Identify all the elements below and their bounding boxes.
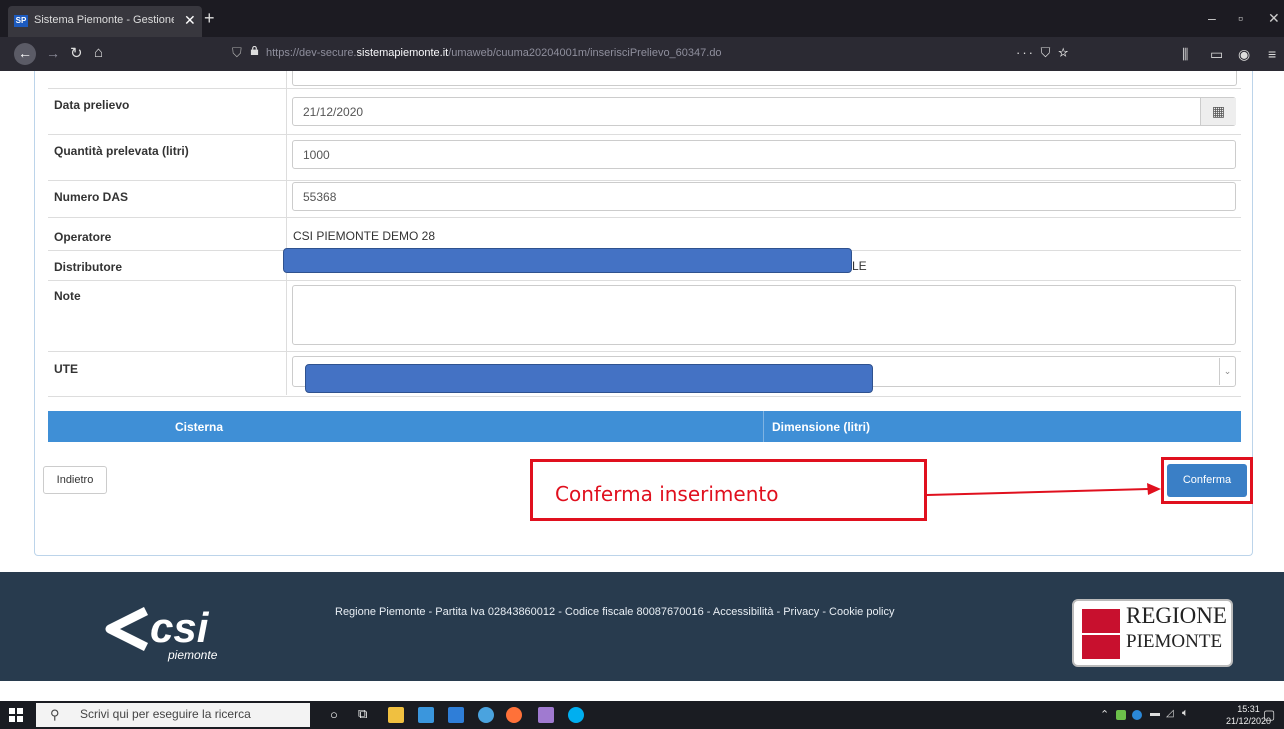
edge-icon[interactable] — [478, 707, 494, 723]
minimize-icon[interactable]: – — [1208, 10, 1216, 26]
csi-swoosh-icon — [105, 607, 149, 651]
quantita-input[interactable]: 1000 — [292, 140, 1236, 169]
paint-icon[interactable] — [538, 707, 554, 723]
library-icon[interactable]: ⫼ — [1182, 46, 1188, 63]
label-data-prelievo: Data prelievo — [54, 98, 130, 112]
header-divider — [763, 411, 764, 442]
task-view-icon[interactable]: ⧉ — [358, 706, 367, 722]
row-operatore: Operatore — [48, 217, 1241, 251]
numero-das-input[interactable]: 55368 — [292, 182, 1236, 211]
regione-flag-top — [1082, 609, 1120, 633]
redaction-distributore — [283, 248, 852, 273]
sidebar-icon[interactable]: ▭ — [1210, 46, 1223, 63]
redaction-ute — [305, 364, 873, 393]
tray-volume-icon[interactable]: 🔈︎ — [1182, 707, 1189, 720]
label-ute: UTE — [54, 362, 78, 376]
tracking-shield-icon[interactable]: ⛉ — [232, 45, 242, 61]
previous-field-partial — [292, 71, 1237, 86]
tray-battery-icon[interactable]: ▬ — [1150, 708, 1160, 719]
distributore-value-tail: LE — [852, 259, 867, 273]
data-prelievo-input[interactable]: 21/12/2020 — [292, 97, 1236, 126]
annotation-arrow — [926, 483, 1161, 496]
footer-links[interactable]: Regione Piemonte - Partita Iva 028438600… — [335, 606, 894, 618]
browser-tab[interactable]: SP Sistema Piemonte - Gestione a ✕ — [8, 6, 202, 37]
close-window-icon[interactable]: ✕ — [1268, 10, 1280, 27]
back-button[interactable]: Indietro — [43, 466, 107, 494]
new-tab-icon[interactable]: + — [204, 8, 215, 29]
skype-icon[interactable] — [568, 707, 584, 723]
taskbar: ⚲ Scrivi qui per eseguire la ricerca ○ ⧉… — [0, 701, 1284, 729]
tray-app-icon[interactable] — [1116, 710, 1126, 720]
back-icon[interactable]: ← — [14, 43, 36, 65]
firefox-icon[interactable] — [506, 707, 522, 723]
note-textarea[interactable] — [292, 285, 1236, 345]
calendar-icon[interactable]: ▦ — [1200, 98, 1236, 125]
page-actions-icon[interactable]: ··· ⛉ ☆ — [1016, 45, 1070, 61]
col-cisterna: Cisterna — [175, 420, 224, 434]
tray-wifi-icon[interactable]: ◿ — [1166, 708, 1174, 719]
tab-close-icon[interactable]: ✕ — [184, 12, 196, 29]
lock-icon[interactable] — [250, 46, 259, 55]
tray-network-icon[interactable] — [1132, 710, 1142, 720]
home-icon[interactable]: ⌂ — [94, 44, 103, 61]
mail-icon[interactable] — [448, 707, 464, 723]
regione-line2: PIEMONTE — [1126, 631, 1223, 652]
regione-piemonte-logo[interactable]: REGIONE PIEMONTE — [1072, 599, 1233, 667]
data-prelievo-value: 21/12/2020 — [303, 105, 364, 119]
windows-start-icon[interactable] — [8, 707, 24, 723]
label-note: Note — [54, 289, 81, 303]
label-operatore: Operatore — [54, 230, 112, 244]
reload-icon[interactable]: ↻ — [70, 44, 83, 62]
url-prefix: https://dev-secure. — [266, 47, 357, 59]
col-dimensione: Dimensione (litri) — [772, 420, 871, 434]
chevron-down-icon[interactable]: ⌄ — [1219, 358, 1235, 385]
forward-icon[interactable]: → — [46, 45, 60, 61]
account-icon[interactable]: ◉ — [1238, 46, 1250, 63]
label-quantita: Quantità prelevata (litri) — [54, 144, 189, 158]
file-explorer-icon[interactable] — [388, 707, 404, 723]
label-numero-das: Numero DAS — [54, 190, 129, 204]
regione-flag-bottom — [1082, 635, 1120, 659]
search-placeholder: Scrivi qui per eseguire la ricerca — [80, 707, 251, 721]
url-path: /umaweb/cuuma20204001m/inserisciPrelievo… — [448, 47, 722, 59]
menu-icon[interactable]: ≡ — [1268, 46, 1276, 62]
browser-navbar: ← → ↻ ⌂ ⛉ https://dev-secure.sistemapiem… — [0, 37, 1284, 71]
operatore-value: CSI PIEMONTE DEMO 28 — [293, 229, 436, 243]
tab-title: Sistema Piemonte - Gestione a — [34, 14, 174, 26]
csi-logo-subtitle: piemonte — [168, 648, 218, 662]
regione-line1: REGIONE — [1126, 603, 1227, 628]
annotation-text: Conferma inserimento — [555, 482, 779, 506]
label-distributore: Distributore — [54, 260, 123, 274]
numero-das-value: 55368 — [303, 190, 337, 204]
cortana-icon[interactable]: ○ — [330, 707, 338, 722]
notifications-icon[interactable]: ▢ — [1263, 707, 1275, 723]
store-icon[interactable] — [418, 707, 434, 723]
tray-chevron-icon[interactable]: ⌃ — [1100, 708, 1109, 721]
address-bar[interactable]: https://dev-secure.sistemapiemonte.it/um… — [266, 47, 722, 59]
search-icon: ⚲ — [50, 707, 60, 722]
site-favicon-icon: SP — [14, 15, 28, 27]
csi-logo[interactable]: csi — [150, 604, 208, 652]
url-domain: sistemapiemonte.it — [356, 47, 449, 59]
confirm-button[interactable]: Conferma — [1167, 464, 1247, 497]
browser-titlebar: SP Sistema Piemonte - Gestione a ✕ + – ▫… — [0, 0, 1284, 37]
cisterne-table-header: Cisterna Dimensione (litri) — [48, 411, 1241, 442]
quantita-value: 1000 — [303, 148, 330, 162]
taskbar-search-input[interactable]: ⚲ Scrivi qui per eseguire la ricerca — [36, 703, 310, 727]
restore-icon[interactable]: ▫ — [1238, 10, 1243, 26]
